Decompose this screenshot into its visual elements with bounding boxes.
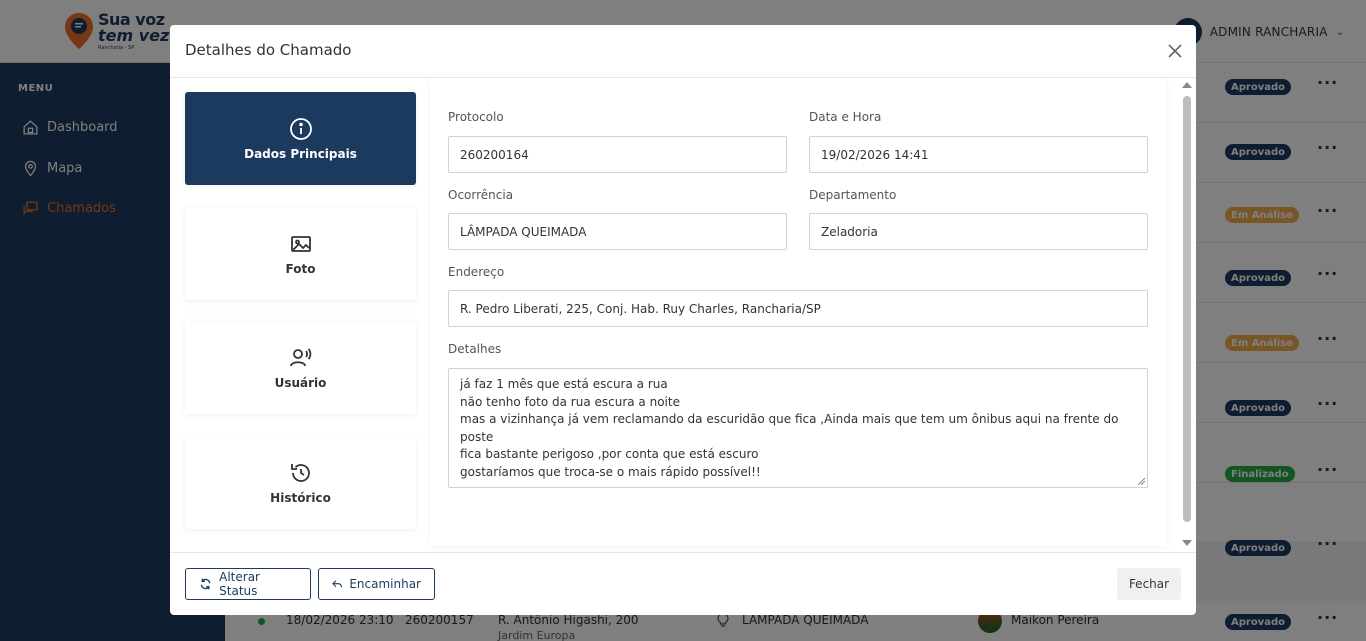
detalhes-line: poste — [460, 429, 494, 444]
data-hora-field[interactable]: 19/02/2026 14:41 — [809, 136, 1148, 173]
endereco-field[interactable]: R. Pedro Liberati, 225, Conj. Hab. Ruy C… — [448, 290, 1148, 327]
detalhes-textarea[interactable]: já faz 1 mês que está escura a rua não t… — [448, 368, 1148, 488]
tab-label: Dados Principais — [244, 146, 357, 161]
modal-scrollbar[interactable] — [1180, 78, 1194, 552]
scroll-up-icon[interactable] — [1182, 82, 1192, 88]
info-icon — [289, 117, 312, 140]
tab-foto[interactable]: Foto — [185, 207, 416, 300]
departamento-label: Departamento — [809, 188, 897, 202]
protocolo-label: Protocolo — [448, 110, 504, 124]
close-icon[interactable] — [1166, 42, 1184, 60]
dados-principais-form: Protocolo 260200164 Data e Hora 19/02/20… — [430, 78, 1166, 546]
data-hora-label: Data e Hora — [809, 110, 882, 124]
detalhes-chamado-modal: Detalhes do Chamado Dados Principais Fot… — [170, 25, 1196, 615]
tab-dados-principais[interactable]: Dados Principais — [185, 92, 416, 185]
ocorrencia-label: Ocorrência — [448, 188, 514, 202]
tab-label: Foto — [285, 261, 316, 276]
modal-footer: Alterar Status Encaminhar Fechar — [170, 552, 1196, 615]
detalhes-line: fica bastante perigoso ,por conta que es… — [460, 447, 759, 462]
detalhes-line: gostaríamos que troca-se o mais rápido p… — [460, 464, 761, 479]
detalhes-label: Detalhes — [448, 342, 502, 356]
fechar-button[interactable]: Fechar — [1117, 568, 1181, 600]
modal-header: Detalhes do Chamado — [170, 25, 1196, 78]
encaminhar-label: Encaminhar — [349, 577, 421, 591]
reply-icon — [332, 580, 342, 588]
detalhes-line: mas a vizinhança já vem reclamando da es… — [460, 412, 1119, 427]
detalhes-line: não tenho foto da rua escura a noite — [460, 394, 680, 409]
alterar-status-label: Alterar Status — [219, 570, 260, 598]
tab-usuario[interactable]: Usuário — [185, 321, 416, 414]
departamento-field[interactable]: Zeladoria — [809, 213, 1148, 250]
image-icon — [290, 235, 311, 252]
tab-label: Histórico — [270, 490, 331, 505]
scroll-down-icon[interactable] — [1182, 540, 1192, 546]
resize-handle-icon[interactable] — [1137, 477, 1145, 485]
detalhes-line: já faz 1 mês que está escura a rua — [460, 377, 668, 391]
modal-body: Dados Principais Foto Usuário Histórico … — [170, 78, 1196, 552]
modal-title: Detalhes do Chamado — [185, 41, 352, 59]
tab-label: Usuário — [274, 375, 327, 390]
user-voice-icon — [289, 347, 311, 366]
history-icon — [290, 463, 310, 482]
alterar-status-button[interactable]: Alterar Status — [185, 568, 311, 600]
ocorrencia-field[interactable]: LÂMPADA QUEIMADA — [448, 213, 787, 250]
scrollbar-thumb[interactable] — [1183, 96, 1191, 522]
tab-historico[interactable]: Histórico — [185, 436, 416, 529]
protocolo-field[interactable]: 260200164 — [448, 136, 787, 173]
refresh-icon — [200, 578, 211, 590]
encaminhar-button[interactable]: Encaminhar — [318, 568, 435, 600]
endereco-label: Endereço — [448, 265, 505, 279]
